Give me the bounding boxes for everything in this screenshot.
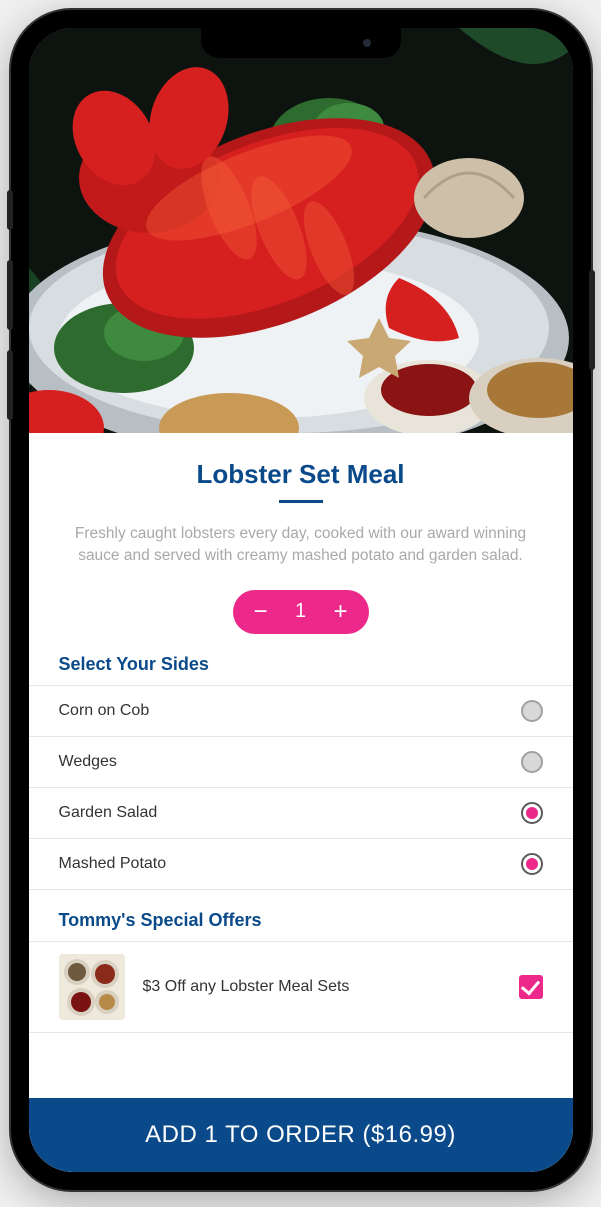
- product-description: Freshly caught lobsters every day, cooke…: [57, 523, 545, 568]
- side-option[interactable]: Wedges: [29, 737, 573, 788]
- offer-thumbnail: [59, 954, 125, 1020]
- title-underline: [279, 500, 323, 503]
- product-hero-image: [29, 28, 573, 433]
- mute-switch: [7, 190, 13, 230]
- side-option[interactable]: Mashed Potato: [29, 839, 573, 890]
- product-title: Lobster Set Meal: [29, 459, 573, 490]
- quantity-plus-button[interactable]: +: [329, 600, 353, 624]
- offer-item[interactable]: $3 Off any Lobster Meal Sets: [29, 942, 573, 1033]
- sides-options: Corn on Cob Wedges Garden Salad Mashed P…: [29, 685, 573, 890]
- quantity-value: 1: [295, 600, 306, 623]
- side-option[interactable]: Garden Salad: [29, 788, 573, 839]
- offers-list: $3 Off any Lobster Meal Sets: [29, 941, 573, 1033]
- side-option-label: Corn on Cob: [59, 702, 150, 720]
- offer-label: $3 Off any Lobster Meal Sets: [143, 978, 501, 996]
- radio-unselected-icon[interactable]: [521, 751, 543, 773]
- sides-section-header: Select Your Sides: [29, 634, 573, 685]
- add-to-order-button[interactable]: ADD 1 TO ORDER ($16.99): [29, 1098, 573, 1172]
- side-option-label: Mashed Potato: [59, 855, 167, 873]
- notch: [201, 28, 401, 58]
- volume-down-button: [7, 350, 13, 420]
- content-area: Lobster Set Meal Freshly caught lobsters…: [29, 433, 573, 1172]
- quantity-stepper[interactable]: − 1 +: [233, 590, 369, 634]
- offers-section-header: Tommy's Special Offers: [29, 890, 573, 941]
- screen: Lobster Set Meal Freshly caught lobsters…: [29, 28, 573, 1172]
- radio-unselected-icon[interactable]: [521, 700, 543, 722]
- radio-selected-icon[interactable]: [521, 802, 543, 824]
- volume-up-button: [7, 260, 13, 330]
- quantity-minus-button[interactable]: −: [249, 600, 273, 624]
- add-to-order-label: ADD 1 TO ORDER ($16.99): [145, 1121, 456, 1149]
- radio-selected-icon[interactable]: [521, 853, 543, 875]
- side-option-label: Wedges: [59, 753, 117, 771]
- checkbox-checked-icon[interactable]: [519, 975, 543, 999]
- power-button: [589, 270, 595, 370]
- side-option-label: Garden Salad: [59, 804, 158, 822]
- side-option[interactable]: Corn on Cob: [29, 686, 573, 737]
- phone-frame: Lobster Set Meal Freshly caught lobsters…: [11, 10, 591, 1190]
